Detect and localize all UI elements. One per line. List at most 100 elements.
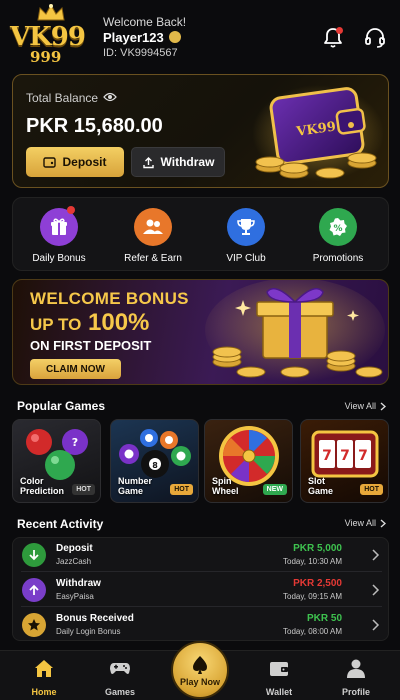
upload-icon: [142, 156, 154, 168]
nav-label: Home: [31, 687, 57, 697]
game-tag-badge: NEW: [262, 484, 287, 495]
quick-label: Promotions: [312, 253, 364, 264]
notification-dot: [67, 206, 75, 214]
quick-label: Daily Bonus: [32, 253, 86, 264]
nav-home[interactable]: Home: [16, 657, 72, 697]
activity-time: Today, 09:15 AM: [283, 592, 342, 601]
withdraw-button-label: Withdraw: [160, 155, 215, 169]
wallet-icon: [43, 156, 57, 168]
quick-label: VIP Club: [226, 253, 266, 264]
promo-headline: WELCOME BONUS: [30, 289, 189, 308]
svg-text:7: 7: [322, 448, 332, 464]
app-header: VK99 999 Welcome Back! Player123 ID: VK9…: [0, 0, 400, 70]
vip-badge-icon: [168, 31, 181, 43]
chevron-right-icon: [372, 619, 380, 631]
nav-games[interactable]: Games: [92, 657, 148, 697]
nav-label: Profile: [341, 687, 370, 697]
quick-menu: Daily Bonus Refer & Earn VIP Club % Prom…: [12, 197, 389, 271]
star-icon: [22, 613, 46, 637]
claim-now-button[interactable]: CLAIM NOW: [30, 359, 121, 379]
game-card-slot-game[interactable]: 7 7 7 Slot Game HOT: [300, 419, 389, 503]
quick-vip-club[interactable]: VIP Club: [206, 208, 286, 264]
popular-games-title: Popular Games: [17, 399, 106, 413]
svg-text:7: 7: [358, 448, 368, 464]
promo-prefix: UP TO: [30, 315, 82, 334]
total-balance-value: PKR 15,680.00: [26, 115, 163, 137]
chevron-right-icon: [372, 584, 380, 596]
divider: [21, 606, 382, 607]
game-name-line2: Game: [118, 486, 144, 496]
welcome-bonus-banner[interactable]: WELCOME BONUS UP TO 100% ON FIRST DEPOSI…: [12, 279, 389, 385]
welcome-text: Welcome Back!: [103, 15, 187, 29]
game-card-spin-wheel[interactable]: Spin Wheel NEW: [204, 419, 293, 503]
game-name: Color Prediction: [20, 476, 64, 496]
headset-icon[interactable]: [363, 26, 387, 50]
wallet-icon: [270, 662, 288, 676]
activity-row-deposit[interactable]: Deposit JazzCash PKR 5,000 Today, 10:30 …: [13, 538, 390, 572]
withdraw-button[interactable]: Withdraw: [131, 147, 225, 177]
game-tag-badge: HOT: [170, 484, 193, 495]
game-name: Number Game: [118, 476, 152, 496]
player-name: Player123: [103, 30, 181, 45]
activity-amount: PKR 50: [306, 613, 342, 624]
promo-value: 100%: [88, 309, 150, 336]
nav-profile[interactable]: Profile: [328, 657, 384, 697]
eye-icon[interactable]: [103, 91, 117, 103]
game-name-line2: Game: [308, 486, 334, 496]
view-all-label: View All: [344, 401, 376, 411]
game-name: Slot Game: [308, 476, 333, 496]
chevron-right-icon: [380, 518, 386, 528]
gift-box-illustration: [205, 280, 385, 382]
spade-icon: [193, 655, 207, 674]
promo-percentage: UP TO 100%: [30, 309, 149, 337]
quick-promotions[interactable]: % Promotions: [298, 208, 378, 264]
chevron-right-icon: [380, 401, 386, 411]
play-now-button[interactable]: Play Now: [171, 641, 229, 699]
nav-wallet[interactable]: Wallet: [251, 657, 307, 697]
game-card-number-game[interactable]: 8 Number Game HOT: [110, 419, 199, 503]
logo-subtext: 999: [30, 48, 62, 66]
activity-time: Today, 08:00 AM: [283, 627, 342, 636]
activity-method: EasyPaisa: [56, 592, 94, 601]
deposit-button[interactable]: Deposit: [26, 147, 124, 177]
game-name-line1: Spin: [212, 476, 232, 486]
play-now-label: Play Now: [179, 676, 220, 687]
divider: [21, 571, 382, 572]
arrow-down-icon: [22, 543, 46, 567]
svg-text:%: %: [333, 224, 342, 234]
activity-title: Bonus Received: [56, 613, 134, 624]
trophy-icon: [227, 208, 265, 246]
gamepad-icon: [110, 663, 130, 674]
player-name-label: Player123: [103, 30, 164, 45]
game-name-line2: Prediction: [20, 486, 65, 496]
game-tag-badge: HOT: [360, 484, 383, 495]
recent-activity-list: Deposit JazzCash PKR 5,000 Today, 10:30 …: [12, 537, 389, 641]
activity-title: Withdraw: [56, 578, 101, 589]
activity-method: Daily Login Bonus: [56, 627, 121, 636]
quick-daily-bonus[interactable]: Daily Bonus: [19, 206, 99, 264]
player-id: ID: VK9994567: [103, 47, 178, 59]
view-all-label: View All: [344, 518, 376, 528]
nav-label: Wallet: [265, 687, 293, 697]
game-name: Spin Wheel: [212, 476, 239, 496]
activity-method: JazzCash: [56, 557, 92, 566]
percent-icon: %: [319, 208, 357, 246]
promo-subline: ON FIRST DEPOSIT: [30, 338, 152, 353]
game-card-color-prediction[interactable]: ? Color Prediction HOT: [12, 419, 101, 503]
game-tag-badge: HOT: [72, 484, 95, 495]
vk99-logo[interactable]: VK99 999: [8, 4, 92, 66]
quick-refer-earn[interactable]: Refer & Earn: [113, 208, 193, 264]
arrow-up-icon: [22, 578, 46, 602]
game-name-line1: Color: [20, 476, 44, 486]
users-icon: [134, 208, 172, 246]
svg-text:?: ?: [72, 436, 78, 449]
recent-activity-view-all[interactable]: View All: [345, 518, 386, 528]
quick-label: Refer & Earn: [124, 253, 182, 264]
popular-games-view-all[interactable]: View All: [345, 401, 386, 411]
activity-row-withdraw[interactable]: Withdraw EasyPaisa PKR 2,500 Today, 09:1…: [13, 573, 390, 607]
activity-amount: PKR 5,000: [293, 543, 342, 554]
activity-title: Deposit: [56, 543, 93, 554]
activity-time: Today, 10:30 AM: [283, 557, 342, 566]
activity-row-bonus[interactable]: Bonus Received Daily Login Bonus PKR 50 …: [13, 608, 390, 642]
nav-label: Games: [104, 687, 136, 697]
